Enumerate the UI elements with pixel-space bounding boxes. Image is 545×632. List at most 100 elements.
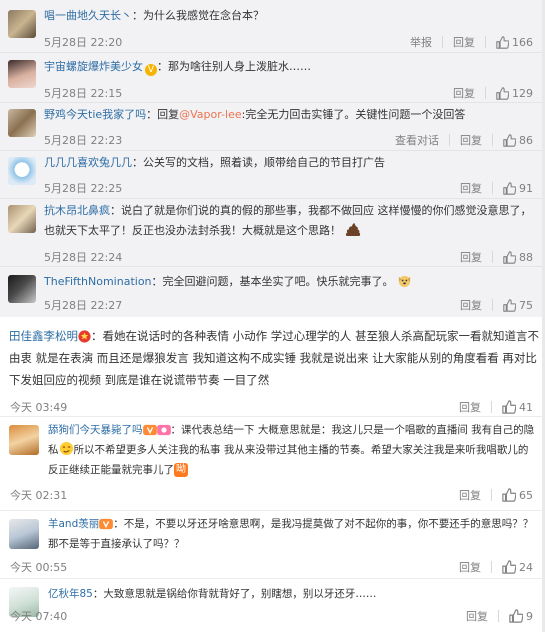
like-button[interactable]: 9 xyxy=(509,609,533,623)
like-button[interactable]: 166 xyxy=(496,36,533,49)
comment-body: 几几几喜欢兔几几：公关写的文档，照着读，顺带给自己的节目打广告 xyxy=(44,153,539,173)
like-count: 86 xyxy=(519,133,533,147)
comment-username[interactable]: 野鸡今天tie我家了吗 xyxy=(44,108,146,121)
user-avatar[interactable] xyxy=(8,109,36,137)
verified-badge-icon: V xyxy=(145,64,157,76)
comment-username[interactable]: 羊and羡丽 xyxy=(48,518,99,530)
comment-body: 抗木昂北鼻疯：说白了就是你们说的真的假的那些事，我都不做回应 这样慢慢的你们感觉… xyxy=(44,201,539,240)
comment-item: 舔狗们今天暴毙了吗 ：课代表总结一下 大概意思就是：我这儿只是一个唱歌的直播间 我… xyxy=(0,417,545,511)
like-button[interactable]: 129 xyxy=(496,87,533,100)
thumbs-up-icon xyxy=(496,35,509,49)
comment-item: TheFifthNomination：完全回避问题，基本坐实了吧。快乐就完事了。… xyxy=(0,267,545,317)
like-count: 24 xyxy=(519,560,533,574)
like-count: 9 xyxy=(526,609,533,623)
thumbs-up-icon xyxy=(503,133,516,147)
comment-actions: 回复 65 xyxy=(459,487,533,503)
poop-emoji-icon xyxy=(345,222,360,236)
divider xyxy=(492,251,493,263)
report-button[interactable]: 举报 xyxy=(410,34,432,50)
user-avatar[interactable] xyxy=(8,205,36,233)
member-badge-icon xyxy=(156,424,171,436)
like-button[interactable]: 41 xyxy=(502,400,533,414)
comment-text: ：为什么我感觉在念台本？ xyxy=(132,9,264,22)
user-avatar[interactable] xyxy=(8,10,36,38)
view-conversation-button[interactable]: 查看对话 xyxy=(395,132,439,148)
comment-timestamp: 今天 00:55 xyxy=(10,561,68,574)
comment-text: 所以不希望更多人关注我的私事 我从来没带过其他主播的节奏。希望大家关注我是来听我… xyxy=(48,444,529,476)
comment-item: 几几几喜欢兔几几：公关写的文档，照着读，顺带给自己的节目打广告 5月28日 22… xyxy=(0,151,545,199)
divider xyxy=(492,182,493,194)
comment-actions: 回复 91 xyxy=(460,180,533,196)
thumbs-up-icon xyxy=(503,181,516,195)
comment-username[interactable]: 宇宙螺旋爆炸美少女 xyxy=(44,60,143,73)
comment-timestamp: 5月28日 22:20 xyxy=(44,36,123,49)
like-button[interactable]: 65 xyxy=(502,488,533,502)
comment-username[interactable]: 田佳鑫李松明 xyxy=(9,329,78,343)
divider xyxy=(442,36,443,48)
comment-text: ：回复 xyxy=(146,108,180,121)
comment-actions: 回复 9 xyxy=(466,608,533,624)
like-button[interactable]: 75 xyxy=(503,299,533,312)
reply-button[interactable]: 回复 xyxy=(459,559,481,575)
comment-actions: 回复 129 xyxy=(453,85,533,101)
comment-text: ：不是，不要以牙还牙啥意思啊，是我冯提莫做了对不起你的事，你不要还手的意思吗？？… xyxy=(48,518,534,550)
comment-timestamp: 5月28日 22:25 xyxy=(44,182,123,195)
comment-item: 羊and羡丽 ：不是，不要以牙还牙啥意思啊，是我冯提莫做了对不起你的事，你不要还手… xyxy=(0,511,545,579)
reply-button[interactable]: 回复 xyxy=(453,85,475,101)
user-avatar[interactable] xyxy=(8,157,36,185)
smirk-emoji-icon xyxy=(59,441,73,456)
sticker-tag: 呦 xyxy=(174,463,188,477)
divider xyxy=(449,134,450,146)
reply-button[interactable]: 回复 xyxy=(453,34,475,50)
comment-username[interactable]: 舔狗们今天暴毙了吗 xyxy=(48,424,143,436)
comment-actions: 回复 41 xyxy=(459,399,533,415)
reply-button[interactable]: 回复 xyxy=(460,249,482,265)
comment-username[interactable]: 几几几喜欢兔几几 xyxy=(44,156,132,169)
comment-username[interactable]: TheFifthNomination xyxy=(44,275,152,288)
like-count: 75 xyxy=(519,298,533,312)
comment-body: 舔狗们今天暴毙了吗 ：课代表总结一下 大概意思就是：我这儿只是一个唱歌的直播间 我… xyxy=(48,420,539,480)
mention-link[interactable]: @Vapor-lee xyxy=(179,108,242,121)
divider xyxy=(491,401,492,413)
divider xyxy=(492,299,493,311)
comment-body: 田佳鑫李松明 ：看她在说话时的各种表情 小动作 学过心理学的人 甚至狼人杀高配玩家… xyxy=(9,325,539,391)
like-count: 166 xyxy=(512,35,533,49)
reply-button[interactable]: 回复 xyxy=(459,399,481,415)
comment-text: ：大致意思就是锅给你背就背好了，别瞎想，别以牙还牙…… xyxy=(92,588,377,600)
user-avatar[interactable] xyxy=(8,60,36,88)
comment-actions: 回复 24 xyxy=(459,559,533,575)
user-avatar[interactable] xyxy=(9,519,39,549)
like-button[interactable]: 86 xyxy=(503,134,533,147)
star-badge-icon xyxy=(78,330,91,343)
divider xyxy=(492,134,493,146)
comment-timestamp: 5月28日 22:24 xyxy=(44,251,123,264)
user-avatar[interactable] xyxy=(9,425,39,455)
like-button[interactable]: 91 xyxy=(503,182,533,195)
comment-text: ：完全回避问题，基本坐实了吧。快乐就完事了。 xyxy=(151,275,394,288)
reply-button[interactable]: 回复 xyxy=(459,487,481,503)
comment-timestamp: 今天 02:31 xyxy=(10,489,68,502)
like-count: 88 xyxy=(519,250,533,264)
like-button[interactable]: 88 xyxy=(503,251,533,264)
reply-button[interactable]: 回复 xyxy=(460,180,482,196)
user-avatar[interactable] xyxy=(8,275,36,303)
comment-text: ：那为啥往别人身上泼脏水…… xyxy=(157,60,311,73)
comment-username[interactable]: 亿秋年85 xyxy=(48,588,93,600)
divider xyxy=(498,610,499,622)
reply-button[interactable]: 回复 xyxy=(460,132,482,148)
comment-username[interactable]: 抗木昂北鼻疯 xyxy=(44,204,110,217)
reply-button[interactable]: 回复 xyxy=(466,608,488,624)
like-button[interactable]: 24 xyxy=(502,560,533,574)
comment-item: 唱一曲地久天长丶：为什么我感觉在念台本？ 5月28日 22:20 举报 回复 1… xyxy=(0,0,545,53)
thumbs-up-icon xyxy=(503,250,516,264)
comment-timestamp: 5月28日 22:27 xyxy=(44,299,123,312)
comment-username[interactable]: 唱一曲地久天长丶 xyxy=(44,9,132,22)
comment-item: 宇宙螺旋爆炸美少女 V ：那为啥往别人身上泼脏水…… 5月28日 22:15 回复 … xyxy=(0,53,545,103)
reply-button[interactable]: 回复 xyxy=(460,297,482,313)
like-count: 65 xyxy=(519,488,533,502)
comment-body: 宇宙螺旋爆炸美少女 V ：那为啥往别人身上泼脏水…… xyxy=(44,57,539,77)
comment-timestamp: 今天 03:49 xyxy=(10,401,68,414)
thumbs-up-icon xyxy=(509,609,523,623)
like-count: 129 xyxy=(512,86,533,100)
thumbs-up-icon xyxy=(502,488,516,502)
